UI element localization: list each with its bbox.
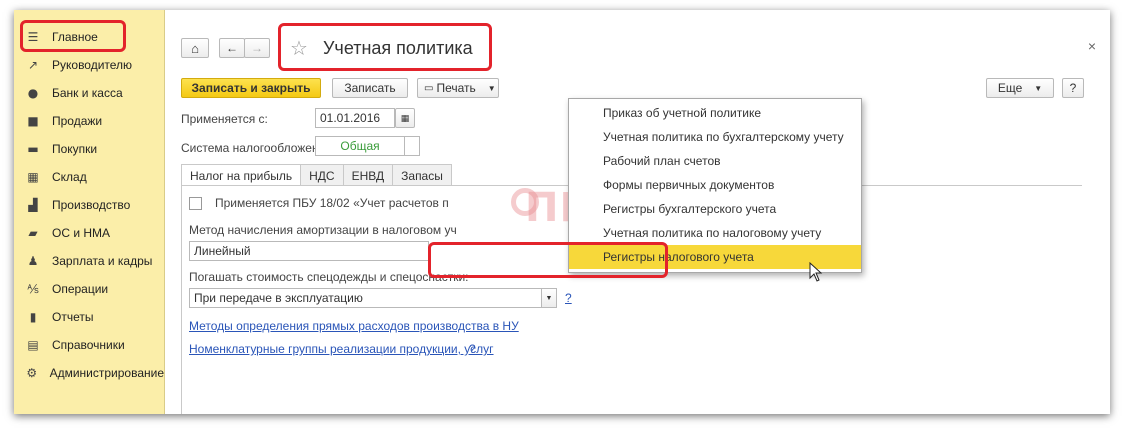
menu-item-accounting-policy-bu[interactable]: Учетная политика по бухгалтерскому учету xyxy=(569,125,861,149)
help-button[interactable]: ? xyxy=(1062,78,1084,98)
favorite-star-icon[interactable]: ☆ xyxy=(290,36,308,61)
close-icon[interactable]: × xyxy=(1088,38,1096,54)
calendar-icon: ▦ xyxy=(400,112,410,123)
operations-icon: ⅍ xyxy=(27,282,39,296)
sidebar-item-manager[interactable]: ↗ Руководителю xyxy=(14,52,164,78)
printer-icon: ▭ xyxy=(424,82,434,94)
workwear-dropdown-button[interactable]: ▼ xyxy=(541,288,557,308)
sidebar-item-label: Отчеты xyxy=(52,310,94,324)
page-title: Учетная политика xyxy=(323,38,473,58)
depreciation-label: Метод начисления амортизации в налоговом… xyxy=(189,223,457,237)
menu-lines-icon: ☰ xyxy=(27,30,39,44)
pbu-checkbox-label: Применяется ПБУ 18/02 «Учет расчетов п xyxy=(215,196,449,210)
sidebar-item-production[interactable]: ▟ Производство xyxy=(14,192,164,218)
save-button[interactable]: Записать xyxy=(332,78,408,98)
sidebar-item-label: Склад xyxy=(52,170,87,184)
tab-envd[interactable]: ЕНВД xyxy=(342,164,394,186)
factory-icon: ▟ xyxy=(28,198,38,212)
menu-item-tax-policy[interactable]: Учетная политика по налоговому учету xyxy=(569,221,861,245)
sidebar-item-label: Банк и касса xyxy=(52,86,123,100)
chevron-down-icon: ▼ xyxy=(1034,83,1043,93)
applies-from-input[interactable]: 01.01.2016 xyxy=(315,108,395,128)
forward-arrow-icon: → xyxy=(251,41,263,55)
back-arrow-icon: ← xyxy=(226,41,238,55)
sidebar-item-main[interactable]: ☰ Главное xyxy=(14,24,164,50)
home-icon: ⌂ xyxy=(191,40,199,56)
direct-costs-link[interactable]: Методы определения прямых расходов произ… xyxy=(189,319,519,333)
menu-item-accounting-registers[interactable]: Регистры бухгалтерского учета xyxy=(569,197,861,221)
tab-bar: Налог на прибыль НДС ЕНВД Запасы xyxy=(181,164,452,187)
sidebar-item-bank[interactable]: ● Банк и касса xyxy=(14,80,164,106)
grid-icon: ▦ xyxy=(27,170,39,184)
print-menu: Приказ об учетной политике Учетная полит… xyxy=(568,98,862,273)
menu-item-primary-forms[interactable]: Формы первичных документов xyxy=(569,173,861,197)
bag-icon: ■ xyxy=(27,114,39,128)
home-button[interactable]: ⌂ xyxy=(181,38,209,58)
trend-icon: ↗ xyxy=(27,58,39,72)
sidebar-item-reports[interactable]: ▮ Отчеты xyxy=(14,304,164,330)
workwear-help-link[interactable]: ? xyxy=(565,291,572,305)
tax-system-label: Система налогообложения: xyxy=(181,141,336,155)
back-button[interactable]: ← xyxy=(219,38,245,58)
depreciation-input[interactable]: Линейный xyxy=(189,241,429,261)
cart-icon: ▬ xyxy=(27,142,39,156)
sidebar-item-label: Продажи xyxy=(52,114,103,128)
sidebar-item-sales[interactable]: ■ Продажи xyxy=(14,108,164,134)
tab-income-tax[interactable]: Налог на прибыль xyxy=(181,164,302,187)
nomenclature-help-link[interactable]: ? xyxy=(469,342,476,356)
tab-inventory[interactable]: Запасы xyxy=(392,164,452,186)
tab-vat[interactable]: НДС xyxy=(300,164,344,186)
print-button-label: Печать xyxy=(436,81,476,95)
sidebar-item-label: Покупки xyxy=(52,142,98,156)
app-window: ☰ Главное ↗ Руководителю ● Банк и касса … xyxy=(14,10,1110,414)
main-area: ⌂ ← → ☆ Учетная политика × Записать и за… xyxy=(165,10,1110,414)
forward-button[interactable]: → xyxy=(244,38,270,58)
workwear-select[interactable]: При передаче в эксплуатацию xyxy=(189,288,545,308)
sidebar-item-directories[interactable]: ▤ Справочники xyxy=(14,332,164,358)
books-icon: ▤ xyxy=(27,338,39,352)
nomenclature-groups-link[interactable]: Номенклатурные группы реализации продукц… xyxy=(189,342,494,356)
sidebar-item-label: ОС и НМА xyxy=(52,226,111,240)
more-button-label: Еще xyxy=(997,81,1023,95)
chevron-down-icon: ▼ xyxy=(545,294,553,302)
sidebar-item-label: Руководителю xyxy=(52,58,133,72)
sidebar-item-label: Операции xyxy=(52,282,109,296)
sidebar-item-label: Справочники xyxy=(52,338,125,352)
sidebar-item-operations[interactable]: ⅍ Операции xyxy=(14,276,164,302)
print-button[interactable]: ▭ Печать ▼ xyxy=(417,78,499,98)
mouse-cursor-icon xyxy=(809,262,823,282)
sidebar-item-label: Производство xyxy=(52,198,131,212)
sidebar-item-purchases[interactable]: ▬ Покупки xyxy=(14,136,164,162)
chevron-down-icon: ▼ xyxy=(487,83,496,93)
calendar-button[interactable]: ▦ xyxy=(395,108,415,128)
sidebar-item-administration[interactable]: ⚙ Администрирование xyxy=(14,360,164,386)
coin-icon: ● xyxy=(27,86,39,100)
more-button[interactable]: Еще ▼ xyxy=(986,78,1054,98)
menu-item-chart-of-accounts[interactable]: Рабочий план счетов xyxy=(569,149,861,173)
sidebar-item-warehouse[interactable]: ▦ Склад xyxy=(14,164,164,190)
sidebar-item-label: Администрирование xyxy=(49,366,164,380)
sidebar-item-payroll[interactable]: ♟ Зарплата и кадры xyxy=(14,248,164,274)
person-icon: ♟ xyxy=(27,254,39,268)
sidebar-item-label: Главное xyxy=(52,30,98,44)
tax-system-other-button[interactable] xyxy=(404,136,420,156)
truck-icon: ▰ xyxy=(28,226,38,240)
menu-item-accounting-policy-order[interactable]: Приказ об учетной политике xyxy=(569,101,861,125)
pbu-checkbox[interactable] xyxy=(189,197,202,210)
gear-icon: ⚙ xyxy=(26,366,38,380)
workwear-label: Погашать стоимость спецодежды и спецосна… xyxy=(189,270,469,284)
sidebar-item-label: Зарплата и кадры xyxy=(52,254,153,268)
applies-from-label: Применяется с: xyxy=(181,112,268,126)
bar-chart-icon: ▮ xyxy=(29,310,37,324)
save-and-close-button[interactable]: Записать и закрыть xyxy=(181,78,321,98)
sidebar-item-fixed-assets[interactable]: ▰ ОС и НМА xyxy=(14,220,164,246)
tax-system-general-button[interactable]: Общая xyxy=(315,136,405,156)
section-sidebar: ☰ Главное ↗ Руководителю ● Банк и касса … xyxy=(14,10,165,414)
